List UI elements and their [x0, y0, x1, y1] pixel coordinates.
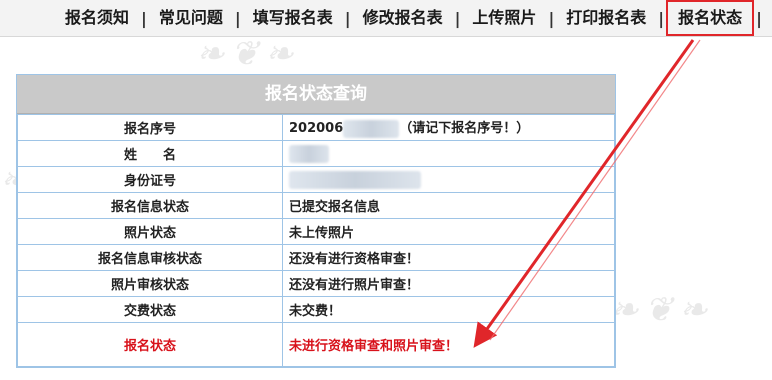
table-row: 照片状态 未上传照片 — [17, 218, 615, 245]
row-label-photo-review-status: 照片审核状态 — [17, 270, 283, 297]
table-row: 报名序号 202006 （请记下报名序号！） — [17, 114, 615, 141]
payment-status-value: 未交费！ — [282, 296, 615, 323]
nav-item-fill-form[interactable]: 填写报名表 — [241, 0, 345, 36]
nav-item-faq[interactable]: 常见问题 — [147, 0, 235, 36]
background-watermark: ❧❦❧ — [196, 34, 300, 74]
panel-title: 报名状态查询 — [17, 75, 615, 114]
nav-separator: | — [756, 8, 762, 28]
redacted-blur — [289, 170, 421, 189]
row-label-payment-status: 交费状态 — [17, 296, 283, 323]
nav-separator: | — [658, 8, 665, 28]
registration-number-prefix: 202006 — [289, 121, 344, 137]
registration-status-value: 未进行资格审查和照片审查！ — [282, 322, 615, 367]
info-review-status-value: 还没有进行资格审查！ — [282, 244, 615, 271]
table-row: 姓 名 — [17, 140, 615, 167]
row-label-photo-status: 照片状态 — [17, 218, 283, 245]
table-row: 报名信息审核状态 还没有进行资格审查！ — [17, 244, 615, 271]
id-number-value — [282, 166, 615, 193]
photo-status-value: 未上传照片 — [282, 218, 615, 245]
nav-item-upload-photo[interactable]: 上传照片 — [460, 0, 548, 36]
nav-item-edit-form[interactable]: 修改报名表 — [351, 0, 455, 36]
redacted-blur — [343, 119, 400, 138]
main-nav: 报名须知 | 常见问题 | 填写报名表 | 修改报名表 | 上传照片 | 打印报… — [53, 0, 762, 36]
background-watermark: ❧❦❧ — [610, 290, 714, 330]
registration-number-note: （请记下报名序号！） — [399, 121, 530, 137]
row-label-info-review-status: 报名信息审核状态 — [17, 244, 283, 271]
top-navigation-bar: 报名须知 | 常见问题 | 填写报名表 | 修改报名表 | 上传照片 | 打印报… — [0, 0, 772, 37]
row-label-name: 姓 名 — [17, 140, 283, 167]
row-label-registration-number: 报名序号 — [17, 114, 283, 141]
table-row: 报名状态 未进行资格审查和照片审查！ — [17, 322, 615, 367]
registration-number-value: 202006 （请记下报名序号！） — [282, 114, 615, 141]
table-row: 交费状态 未交费！ — [17, 296, 615, 323]
photo-review-status-value: 还没有进行照片审查！ — [282, 270, 615, 297]
info-status-value: 已提交报名信息 — [282, 192, 615, 219]
table-row: 报名信息状态 已提交报名信息 — [17, 192, 615, 219]
table-row: 照片审核状态 还没有进行照片审查！ — [17, 270, 615, 297]
name-value — [282, 140, 615, 167]
registration-status-panel: 报名状态查询 报名序号 202006 （请记下报名序号！） 姓 名 身份证号 报名… — [16, 74, 616, 368]
nav-item-registration-status[interactable]: 报名状态 — [666, 0, 755, 36]
row-label-info-status: 报名信息状态 — [17, 192, 283, 219]
row-label-registration-status: 报名状态 — [17, 322, 283, 367]
nav-item-instructions[interactable]: 报名须知 — [53, 0, 141, 36]
status-table: 报名序号 202006 （请记下报名序号！） 姓 名 身份证号 报名信息状态 已提… — [17, 114, 615, 367]
table-row: 身份证号 — [17, 166, 615, 193]
nav-item-print-form[interactable]: 打印报名表 — [554, 0, 658, 36]
row-label-id-number: 身份证号 — [17, 166, 283, 193]
redacted-blur — [289, 144, 329, 163]
